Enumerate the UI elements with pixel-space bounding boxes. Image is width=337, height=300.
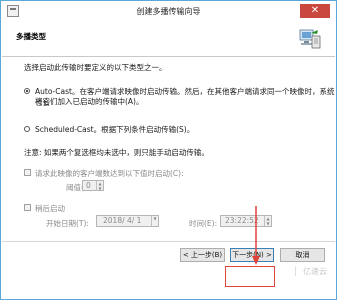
- start-date-picker[interactable]: 2018/ 4/ 1 ▼: [96, 215, 159, 227]
- time-label: 时间(E):: [189, 219, 218, 228]
- intro-text: 选择启动此传输时要定义的以下类型之一。: [24, 63, 167, 72]
- scheduledcast-radio[interactable]: [24, 126, 30, 132]
- autocast-label-continued[interactable]: 将它们加入已启动的传输中(A)。: [35, 96, 143, 107]
- schedule-later-label: 稍后启动: [35, 204, 65, 213]
- start-date-value: 2018/ 4/ 1: [103, 216, 142, 225]
- threshold-spinner[interactable]: ▲ ▼: [96, 181, 103, 191]
- note-text: 注意: 如果两个复选框均未选中，则只能手动启动传输。: [24, 148, 209, 157]
- close-button[interactable]: ✕: [300, 4, 330, 18]
- scheduledcast-label[interactable]: Scheduled-Cast。根据下列条件启动传输(S)。: [35, 124, 194, 135]
- threshold-checkbox[interactable]: [24, 169, 31, 176]
- wizard-header: 多播类型: [2, 21, 335, 57]
- page-title: 多播类型: [16, 32, 46, 41]
- annotation-highlight-box: [225, 266, 275, 287]
- time-picker[interactable]: 23:22:52 ▲ ▼: [220, 215, 272, 227]
- wizard-footer: < 上一步(B) 下一步(N) > 取消 │ 亿速云: [2, 241, 335, 299]
- schedule-later-checkbox[interactable]: [24, 204, 31, 211]
- autocast-radio[interactable]: [24, 88, 30, 94]
- back-button[interactable]: < 上一步(B): [180, 248, 225, 262]
- wizard-window: 创建多播传输向导 ✕ 多播类型 选择启动此传输时要定义的以下类型之一。 Auto…: [0, 0, 337, 300]
- date-dropdown-icon[interactable]: ▼: [151, 216, 158, 226]
- threshold-value: 0: [86, 181, 91, 190]
- watermark: │ 亿速云: [293, 267, 327, 276]
- title-bar: 创建多播传输向导 ✕: [1, 1, 336, 21]
- wizard-content: 选择启动此传输时要定义的以下类型之一。 Auto-Cast。在客户端请求映像时启…: [2, 58, 335, 241]
- threshold-input[interactable]: 0 ▲ ▼: [82, 180, 104, 191]
- threshold-checkbox-label: 请求此映像的客户端数达到以下值时启动(C):: [35, 169, 184, 178]
- start-date-label: 开始日期(T):: [46, 219, 89, 228]
- network-computer-icon: [299, 29, 321, 49]
- annotation-arrow-icon: [252, 206, 260, 265]
- time-spinner[interactable]: ▲ ▼: [264, 216, 271, 226]
- cancel-button[interactable]: 取消: [280, 248, 325, 262]
- window-title: 创建多播传输向导: [136, 7, 201, 16]
